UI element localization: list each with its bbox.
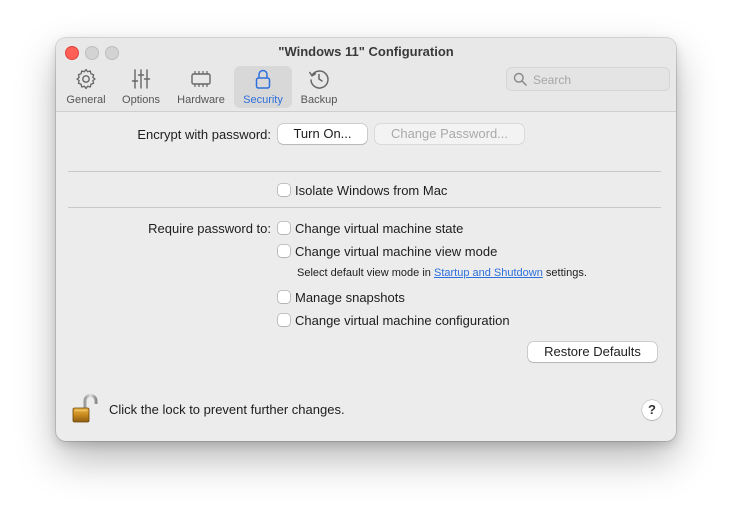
configuration-window: "Windows 11" Configuration General Optio… — [56, 38, 676, 441]
lock-status-text: Click the lock to prevent further change… — [109, 402, 345, 417]
padlock-icon[interactable] — [72, 394, 98, 424]
gear-icon — [76, 68, 96, 90]
view-mode-note: Select default view mode in Startup and … — [297, 267, 587, 279]
tab-hardware-label: Hardware — [177, 94, 225, 106]
chip-icon — [191, 71, 211, 87]
tab-security[interactable]: Security — [234, 66, 292, 108]
search-field[interactable] — [506, 67, 670, 91]
tab-general[interactable]: General — [62, 66, 110, 108]
tab-hardware[interactable]: Hardware — [173, 66, 229, 108]
tab-backup-label: Backup — [300, 94, 338, 106]
isolate-checkbox[interactable] — [278, 184, 290, 196]
view-mode-note-prefix: Select default view mode in — [297, 267, 431, 279]
vm-config-label: Change virtual machine configuration — [295, 313, 510, 328]
lock-icon — [255, 69, 271, 89]
snapshots-checkbox[interactable] — [278, 291, 290, 303]
view-mode-label: Change virtual machine view mode — [295, 244, 498, 259]
search-input[interactable] — [531, 70, 665, 90]
vm-state-label: Change virtual machine state — [295, 221, 464, 236]
sliders-icon — [131, 69, 151, 89]
clock-arrow-icon — [309, 70, 329, 89]
divider — [68, 171, 661, 172]
restore-defaults-button[interactable]: Restore Defaults — [528, 342, 657, 362]
startup-shutdown-link[interactable]: Startup and Shutdown — [434, 267, 543, 279]
tab-options-label: Options — [122, 94, 160, 106]
isolate-label: Isolate Windows from Mac — [295, 183, 448, 198]
tab-backup[interactable]: Backup — [296, 66, 342, 108]
view-mode-note-suffix: settings. — [545, 267, 587, 279]
turn-on-button[interactable]: Turn On... — [278, 124, 367, 144]
vm-state-checkbox[interactable] — [278, 222, 290, 234]
tab-options[interactable]: Options — [116, 66, 166, 108]
window-title: "Windows 11" Configuration — [278, 44, 454, 59]
tab-general-label: General — [66, 94, 106, 106]
change-password-button[interactable]: Change Password... — [375, 124, 524, 144]
require-password-label: Require password to: — [148, 221, 271, 236]
divider — [68, 207, 661, 208]
tab-security-label: Security — [243, 94, 283, 106]
search-icon — [513, 72, 527, 86]
titlebar: "Windows 11" Configuration General Optio… — [56, 38, 676, 112]
help-button[interactable]: ? — [642, 400, 662, 420]
view-mode-checkbox[interactable] — [278, 245, 290, 257]
vm-config-checkbox[interactable] — [278, 314, 290, 326]
encrypt-label: Encrypt with password: — [137, 127, 271, 142]
security-pane: Encrypt with password: Turn On... Change… — [56, 112, 676, 441]
snapshots-label: Manage snapshots — [295, 290, 405, 305]
